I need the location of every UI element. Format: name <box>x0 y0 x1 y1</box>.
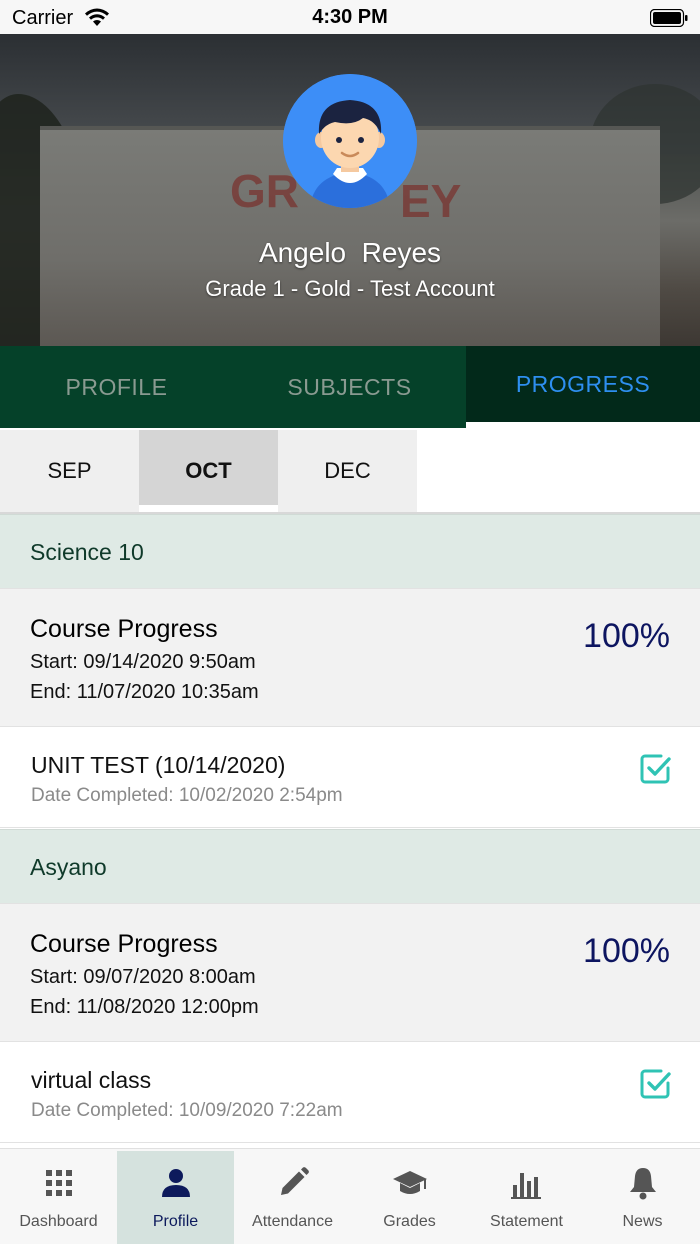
course-progress-percent: 100% <box>583 617 670 655</box>
activity-title: virtual class <box>31 1067 152 1093</box>
student-avatar-icon <box>283 74 417 208</box>
course-start-date: Start: 09/07/2020 8:00am <box>30 966 256 988</box>
course-end-date: End: 11/07/2020 10:35am <box>30 681 259 703</box>
course-start-date: Start: 09/14/2020 9:50am <box>30 651 256 673</box>
course-end-date: End: 11/08/2020 12:00pm <box>30 996 259 1018</box>
main-tabs: PROFILE SUBJECTS PROGRESS <box>0 346 700 428</box>
battery-icon <box>650 9 688 27</box>
nav-label: Grades <box>383 1213 436 1230</box>
grid-icon <box>45 1170 72 1196</box>
clock: 4:30 PM <box>312 6 388 28</box>
nav-dashboard[interactable]: Dashboard <box>0 1151 117 1244</box>
subject-name: Asyano <box>30 854 107 880</box>
nav-profile[interactable]: Profile <box>117 1151 234 1244</box>
activity-item[interactable]: virtual class Date Completed: 10/09/2020… <box>0 1041 700 1143</box>
month-tabs: SEP OCT DEC <box>0 430 700 514</box>
nav-grades[interactable]: Grades <box>351 1151 468 1244</box>
activity-date-completed: Date Completed: 10/02/2020 2:54pm <box>31 785 343 806</box>
course-progress: Course Progress Start: 09/14/2020 9:50am… <box>0 588 700 726</box>
bar-chart-icon <box>510 1173 541 1199</box>
nav-label: News <box>622 1213 663 1230</box>
subject-header: Asyano <box>0 829 700 903</box>
tab-progress[interactable]: PROGRESS <box>466 346 700 422</box>
activity-item[interactable]: UNIT TEST (10/14/2020) Date Completed: 1… <box>0 726 700 828</box>
checkbox-checked-icon <box>640 754 671 784</box>
pencil-icon <box>280 1167 309 1195</box>
nav-label: Profile <box>152 1213 199 1230</box>
tab-profile[interactable]: PROFILE <box>0 346 233 428</box>
month-tab-oct[interactable]: OCT <box>139 430 278 512</box>
checkbox-checked-icon <box>640 1069 671 1099</box>
nav-label: Dashboard <box>19 1213 98 1230</box>
activity-title: UNIT TEST (10/14/2020) <box>31 752 286 778</box>
nav-news[interactable]: News <box>585 1151 700 1244</box>
bottom-nav: Dashboard Profile Attendance Grades Stat… <box>0 1148 700 1244</box>
nav-statement[interactable]: Statement <box>468 1151 585 1244</box>
subject-header: Science 10 <box>0 514 700 588</box>
avatar[interactable] <box>283 74 417 208</box>
month-tab-sep[interactable]: SEP <box>0 430 139 512</box>
status-bar: Carrier 4:30 PM <box>0 0 700 34</box>
person-icon <box>161 1169 190 1197</box>
course-progress: Course Progress Start: 09/07/2020 8:00am… <box>0 903 700 1041</box>
student-name: Angelo Reyes <box>258 237 442 268</box>
profile-header: GR EY Angelo Reyes Grade 1 - Gold - Test… <box>0 34 700 346</box>
tab-subjects[interactable]: SUBJECTS <box>233 346 466 428</box>
course-progress-title: Course Progress <box>30 615 218 643</box>
school-sign-letters: GR <box>230 165 299 217</box>
course-progress-title: Course Progress <box>30 930 218 958</box>
bell-icon <box>629 1168 656 1200</box>
student-grade: Grade 1 - Gold - Test Account <box>205 276 495 301</box>
activity-date-completed: Date Completed: 10/09/2020 7:22am <box>31 1100 343 1121</box>
month-tab-dec[interactable]: DEC <box>278 430 417 512</box>
nav-attendance[interactable]: Attendance <box>234 1151 351 1244</box>
course-progress-percent: 100% <box>583 932 670 970</box>
nav-label: Attendance <box>252 1213 333 1230</box>
nav-label: Statement <box>490 1213 563 1230</box>
graduation-cap-icon <box>392 1171 427 1194</box>
subject-name: Science 10 <box>30 539 144 565</box>
